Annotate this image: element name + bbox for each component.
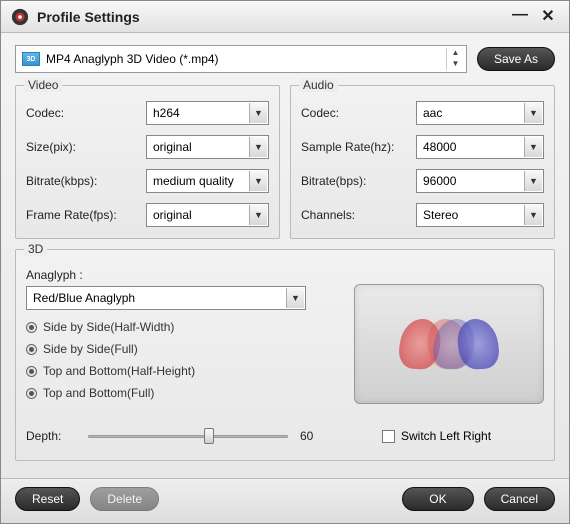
video-framerate-value: original	[153, 208, 192, 222]
depth-value: 60	[300, 429, 330, 443]
video-framerate-dropdown[interactable]: original ▼	[146, 203, 269, 227]
audio-channels-label: Channels:	[301, 208, 416, 222]
radio-icon	[26, 388, 37, 399]
audio-channels-dropdown[interactable]: Stereo ▼	[416, 203, 544, 227]
3d-legend: 3D	[24, 242, 47, 256]
audio-samplerate-dropdown[interactable]: 48000 ▼	[416, 135, 544, 159]
3d-group: 3D Anaglyph : Red/Blue Anaglyph ▼ Side b…	[15, 249, 555, 461]
chevron-down-icon: ▼	[524, 205, 542, 225]
content-area: 3D MP4 Anaglyph 3D Video (*.mp4) ▲▼ Save…	[1, 33, 569, 478]
chevron-down-icon: ▼	[249, 205, 267, 225]
chevron-down-icon: ▼	[524, 137, 542, 157]
ok-button[interactable]: OK	[402, 487, 473, 511]
slider-thumb-icon[interactable]	[204, 428, 214, 444]
audio-codec-label: Codec:	[301, 106, 416, 120]
window-title: Profile Settings	[37, 9, 503, 25]
radio-sbs-half[interactable]: Side by Side(Half-Width)	[26, 316, 334, 338]
audio-bitrate-label: Bitrate(bps):	[301, 174, 416, 188]
title-bar: Profile Settings — ✕	[1, 1, 569, 33]
radio-icon	[26, 322, 37, 333]
switch-left-right-checkbox[interactable]	[382, 430, 395, 443]
footer-bar: Reset Delete OK Cancel	[1, 478, 569, 523]
cancel-button[interactable]: Cancel	[484, 487, 555, 511]
video-bitrate-value: medium quality	[153, 174, 234, 188]
profile-settings-window: Profile Settings — ✕ 3D MP4 Anaglyph 3D …	[0, 0, 570, 524]
audio-channels-value: Stereo	[423, 208, 458, 222]
video-legend: Video	[24, 78, 62, 92]
video-size-value: original	[153, 140, 192, 154]
video-codec-value: h264	[153, 106, 180, 120]
spinner-arrows-icon[interactable]: ▲▼	[446, 48, 464, 70]
radio-label: Side by Side(Full)	[43, 342, 138, 356]
audio-codec-value: aac	[423, 106, 442, 120]
3d-preview	[354, 284, 544, 404]
video-framerate-label: Frame Rate(fps):	[26, 208, 146, 222]
profile-dropdown-value: MP4 Anaglyph 3D Video (*.mp4)	[46, 52, 219, 66]
radio-label: Top and Bottom(Half-Height)	[43, 364, 195, 378]
video-group: Video Codec: h264 ▼ Size(pix): original …	[15, 85, 280, 239]
anaglyph-dropdown[interactable]: Red/Blue Anaglyph ▼	[26, 286, 306, 310]
audio-legend: Audio	[299, 78, 338, 92]
depth-slider[interactable]	[88, 426, 288, 446]
save-as-button[interactable]: Save As	[477, 47, 555, 71]
depth-label: Depth:	[26, 429, 76, 443]
video-codec-dropdown[interactable]: h264 ▼	[146, 101, 269, 125]
audio-bitrate-value: 96000	[423, 174, 456, 188]
chevron-down-icon: ▼	[249, 103, 267, 123]
anaglyph-value: Red/Blue Anaglyph	[33, 291, 135, 305]
app-icon	[11, 8, 29, 26]
radio-icon	[26, 344, 37, 355]
radio-icon	[26, 366, 37, 377]
butterfly-anaglyph-icon	[394, 309, 504, 379]
switch-left-right-label: Switch Left Right	[401, 429, 491, 443]
delete-button[interactable]: Delete	[90, 487, 159, 511]
audio-samplerate-label: Sample Rate(hz):	[301, 140, 416, 154]
minimize-button[interactable]: —	[509, 6, 531, 28]
video-bitrate-label: Bitrate(kbps):	[26, 174, 146, 188]
radio-tab-half[interactable]: Top and Bottom(Half-Height)	[26, 360, 334, 382]
video-bitrate-dropdown[interactable]: medium quality ▼	[146, 169, 269, 193]
chevron-down-icon: ▼	[524, 171, 542, 191]
chevron-down-icon: ▼	[524, 103, 542, 123]
chevron-down-icon: ▼	[286, 288, 304, 308]
video-size-label: Size(pix):	[26, 140, 146, 154]
audio-samplerate-value: 48000	[423, 140, 456, 154]
radio-sbs-full[interactable]: Side by Side(Full)	[26, 338, 334, 360]
video-size-dropdown[interactable]: original ▼	[146, 135, 269, 159]
chevron-down-icon: ▼	[249, 137, 267, 157]
3d-badge-icon: 3D	[22, 52, 40, 66]
audio-bitrate-dropdown[interactable]: 96000 ▼	[416, 169, 544, 193]
video-codec-label: Codec:	[26, 106, 146, 120]
profile-dropdown[interactable]: 3D MP4 Anaglyph 3D Video (*.mp4) ▲▼	[15, 45, 467, 73]
audio-group: Audio Codec: aac ▼ Sample Rate(hz): 4800…	[290, 85, 555, 239]
radio-tab-full[interactable]: Top and Bottom(Full)	[26, 382, 334, 404]
audio-codec-dropdown[interactable]: aac ▼	[416, 101, 544, 125]
radio-label: Top and Bottom(Full)	[43, 386, 154, 400]
radio-label: Side by Side(Half-Width)	[43, 320, 174, 334]
anaglyph-label: Anaglyph :	[26, 268, 334, 282]
close-button[interactable]: ✕	[537, 6, 559, 28]
reset-button[interactable]: Reset	[15, 487, 80, 511]
chevron-down-icon: ▼	[249, 171, 267, 191]
